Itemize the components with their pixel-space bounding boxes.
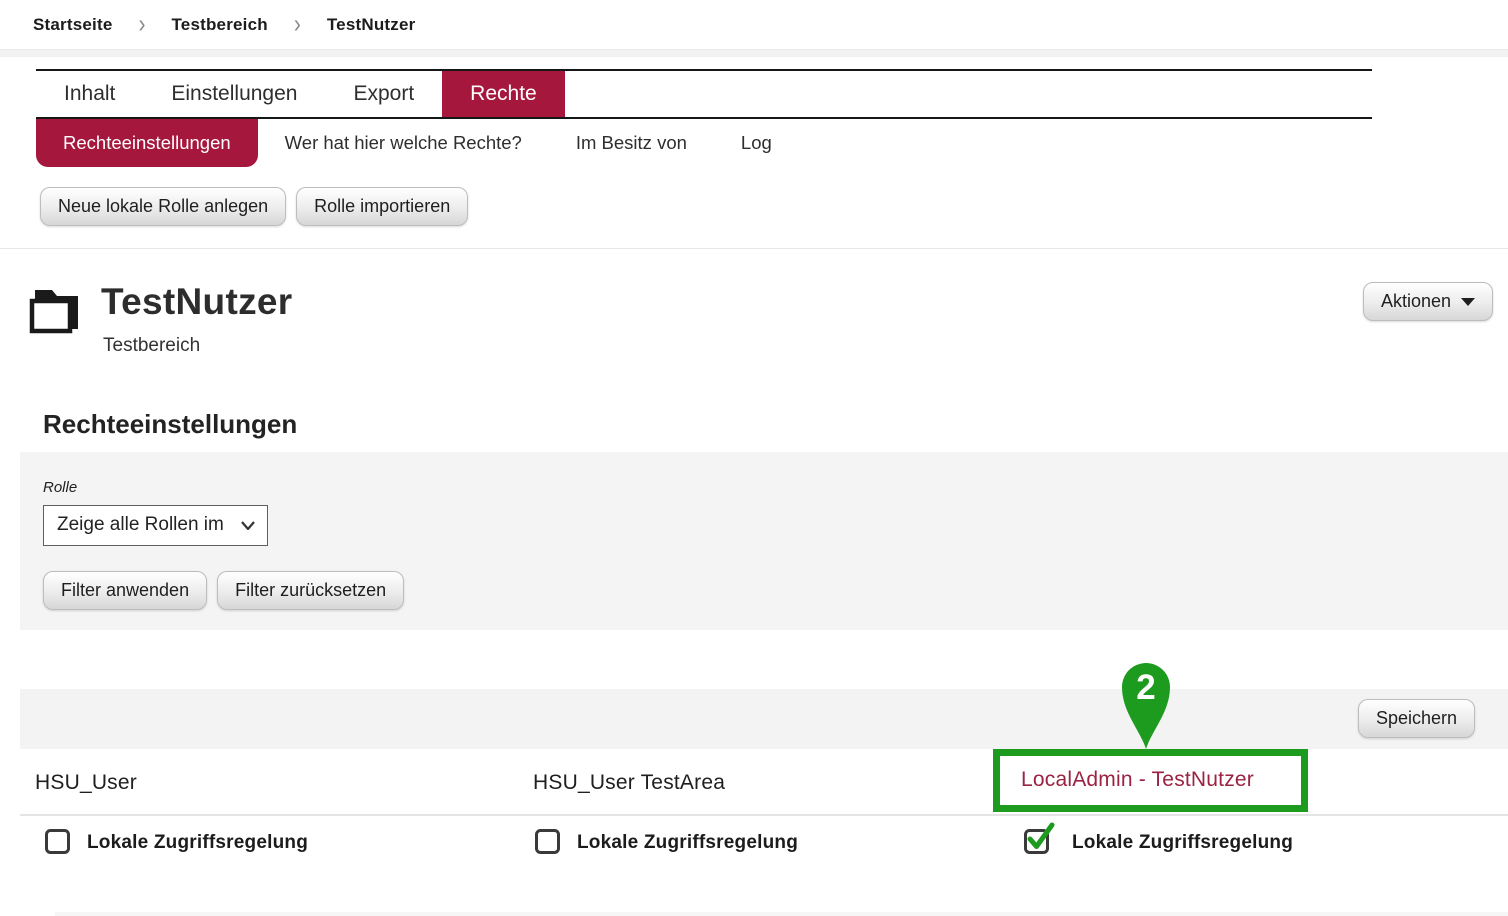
page-subtitle: Testbereich: [103, 335, 292, 357]
folder-icon: [28, 285, 84, 335]
permission-label: Lokale Zugriffsregelung: [87, 832, 308, 854]
bottom-divider-strip: [55, 912, 1508, 916]
import-role-button[interactable]: Rolle importieren: [296, 187, 468, 226]
column-header-localadmin-link[interactable]: LocalAdmin - TestNutzer: [1021, 768, 1254, 792]
permission-cell-hsu-user-testarea[interactable]: Lokale Zugriffsregelung: [534, 828, 798, 856]
permission-row: Lokale Zugriffsregelung Lokale Zugriffsr…: [0, 828, 1508, 888]
breadcrumb-item-startseite[interactable]: Startseite: [33, 15, 112, 35]
page-title: TestNutzer: [101, 282, 292, 323]
permission-label: Lokale Zugriffsregelung: [1072, 832, 1293, 854]
chevron-right-icon: ›: [294, 10, 301, 40]
subtab-wer-hat-rechte[interactable]: Wer hat hier welche Rechte?: [258, 119, 549, 167]
checkbox-unchecked-icon[interactable]: [534, 828, 562, 856]
filter-reset-button[interactable]: Filter zurücksetzen: [217, 571, 404, 610]
table-divider: [20, 814, 1508, 816]
tab-bar: Inhalt Einstellungen Export Rechte Recht…: [36, 69, 1372, 167]
top-section: Startseite › Testbereich › TestNutzer In…: [0, 0, 1508, 249]
actions-dropdown-label: Aktionen: [1381, 291, 1451, 312]
subtab-rechteeinstellungen[interactable]: Rechteeinstellungen: [36, 119, 258, 167]
breadcrumb-item-testnutzer[interactable]: TestNutzer: [327, 15, 416, 35]
table-header-row: HSU_User HSU_User TestArea LocalAdmin - …: [0, 749, 1508, 814]
caret-down-icon: [1461, 298, 1475, 306]
actions-dropdown-button[interactable]: Aktionen: [1363, 282, 1493, 321]
permission-cell-hsu-user[interactable]: Lokale Zugriffsregelung: [44, 828, 308, 856]
breadcrumb: Startseite › Testbereich › TestNutzer: [0, 0, 1508, 49]
filter-apply-button[interactable]: Filter anwenden: [43, 571, 207, 610]
subtab-log[interactable]: Log: [714, 119, 799, 167]
column-header-hsu-user-testarea: HSU_User TestArea: [533, 771, 725, 795]
command-toolbar: Neue lokale Rolle anlegen Rolle importie…: [40, 187, 1508, 248]
annotation-pin-2-icon: 2: [1117, 659, 1175, 751]
svg-text:2: 2: [1136, 668, 1155, 707]
tab-export[interactable]: Export: [325, 71, 442, 117]
tab-einstellungen[interactable]: Einstellungen: [143, 71, 325, 117]
column-header-hsu-user: HSU_User: [35, 771, 137, 795]
breadcrumb-item-testbereich[interactable]: Testbereich: [171, 15, 267, 35]
tab-inhalt[interactable]: Inhalt: [36, 71, 143, 117]
subtab-im-besitz-von[interactable]: Im Besitz von: [549, 119, 714, 167]
tab-rechte[interactable]: Rechte: [442, 71, 565, 117]
role-select-value: Zeige alle Rollen im: [57, 514, 224, 536]
checkbox-checked-icon[interactable]: [1023, 820, 1057, 856]
breadcrumb-separator-strip: [0, 49, 1508, 57]
permission-label: Lokale Zugriffsregelung: [577, 832, 798, 854]
role-select[interactable]: Zeige alle Rollen im: [43, 505, 268, 546]
filter-panel: Rolle Zeige alle Rollen im Filter anwend…: [20, 452, 1508, 630]
highlight-box-localadmin: LocalAdmin - TestNutzer: [993, 749, 1308, 812]
new-local-role-button[interactable]: Neue lokale Rolle anlegen: [40, 187, 286, 226]
rights-table: 2 Speichern HSU_User HSU_User TestArea L…: [0, 689, 1508, 916]
save-button[interactable]: Speichern: [1358, 699, 1475, 738]
section-heading: Rechteeinstellungen: [43, 409, 1508, 440]
table-toolbar: Speichern: [20, 689, 1508, 749]
chevron-right-icon: ›: [138, 10, 145, 40]
checkbox-unchecked-icon[interactable]: [44, 828, 72, 856]
object-header: TestNutzer Testbereich Aktionen: [0, 249, 1508, 357]
chevron-down-icon: [241, 521, 255, 530]
role-filter-label: Rolle: [43, 479, 1508, 496]
subtab-bar: Rechteeinstellungen Wer hat hier welche …: [36, 119, 1372, 167]
permission-cell-localadmin[interactable]: Lokale Zugriffsregelung: [1023, 820, 1293, 856]
